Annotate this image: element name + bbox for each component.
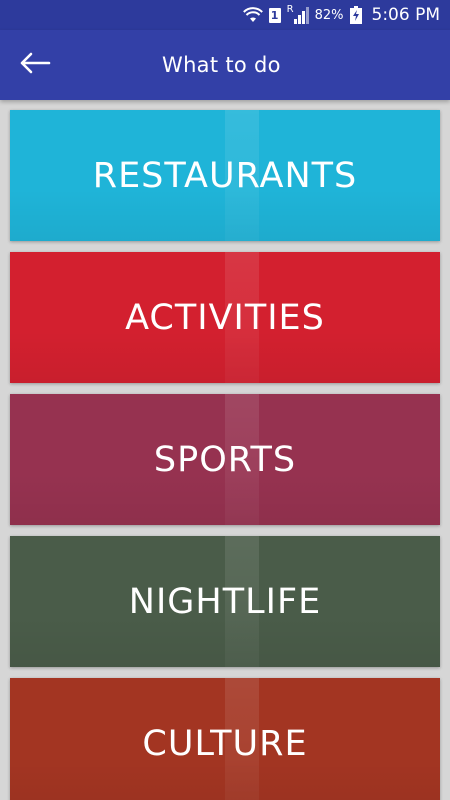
sim-icon: 1	[268, 7, 281, 23]
category-label: SPORTS	[153, 439, 297, 480]
battery-icon	[349, 6, 362, 24]
category-label: CULTURE	[142, 723, 308, 764]
arrow-left-icon	[19, 51, 51, 79]
wifi-icon	[242, 7, 263, 23]
category-label: RESTAURANTS	[92, 155, 358, 196]
category-list: RESTAURANTS ACTIVITIES SPORTS NIGHTLIFE …	[10, 110, 440, 800]
status-bar: 1 R 82% 5:06 PM	[0, 0, 450, 30]
category-card-activities[interactable]: ACTIVITIES	[10, 252, 440, 383]
category-label: ACTIVITIES	[125, 297, 325, 338]
clock: 5:06 PM	[371, 5, 441, 25]
category-card-sports[interactable]: SPORTS	[10, 394, 440, 525]
back-button[interactable]	[0, 30, 70, 100]
signal-icon: R	[287, 4, 309, 24]
category-card-restaurants[interactable]: RESTAURANTS	[10, 110, 440, 241]
battery-percent: 82%	[314, 7, 344, 23]
app-bar: What to do	[0, 30, 450, 100]
page-title: What to do	[162, 53, 281, 77]
category-card-culture[interactable]: CULTURE	[10, 678, 440, 800]
category-label: NIGHTLIFE	[128, 581, 322, 622]
category-card-nightlife[interactable]: NIGHTLIFE	[10, 536, 440, 667]
